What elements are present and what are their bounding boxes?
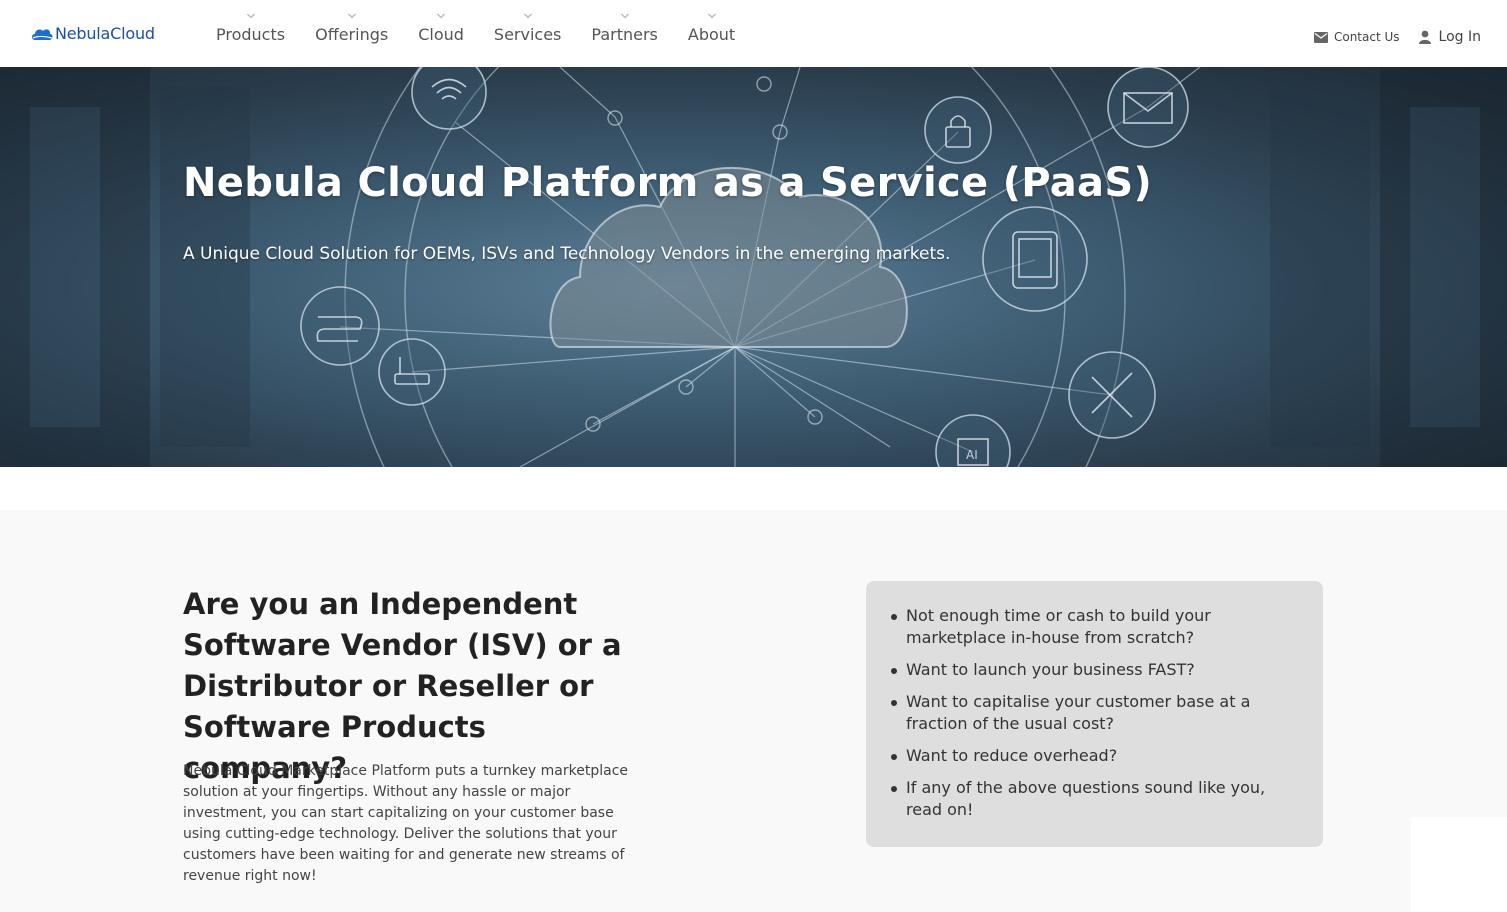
list-item: Want to reduce overhead? <box>888 745 1297 767</box>
envelope-icon <box>1313 31 1328 43</box>
log-in-link[interactable]: Log In <box>1418 29 1481 45</box>
user-icon <box>1418 30 1431 44</box>
chevron-down-icon <box>523 13 532 19</box>
nav-offerings[interactable]: Offerings <box>300 0 403 67</box>
list-item: Want to launch your business FAST? <box>888 659 1297 681</box>
chevron-down-icon <box>620 13 629 19</box>
logo[interactable]: NebulaCloud <box>31 24 155 43</box>
contact-us-link[interactable]: Contact Us <box>1313 30 1400 44</box>
chevron-down-icon <box>347 13 356 19</box>
corner-overlay <box>1411 817 1507 912</box>
nav-partners[interactable]: Partners <box>576 0 672 67</box>
cloud-logo-icon <box>32 28 53 40</box>
nav-label: Services <box>493 25 562 44</box>
list-item: Not enough time or cash to build your ma… <box>888 605 1297 649</box>
nav-products[interactable]: Products <box>201 0 300 67</box>
hero-title: Nebula Cloud Platform as a Service (PaaS… <box>183 160 1153 206</box>
question-list: Not enough time or cash to build your ma… <box>888 605 1297 821</box>
list-item: Want to capitalise your customer base at… <box>888 691 1297 735</box>
question-box: Not enough time or cash to build your ma… <box>866 581 1323 847</box>
chevron-down-icon <box>246 13 255 19</box>
main-nav: Products Offerings Cloud Services Partne… <box>201 0 750 67</box>
chevron-down-icon <box>707 13 716 19</box>
hero-subtitle: A Unique Cloud Solution for OEMs, ISVs a… <box>183 244 951 264</box>
cloud-network-illustration: AI <box>0 67 1507 467</box>
nav-label: About <box>687 25 736 44</box>
nav-services[interactable]: Services <box>479 0 576 67</box>
nav-label: Products <box>216 25 286 44</box>
hero-banner: AI Nebula Cloud Platform as a Service (P… <box>0 67 1507 467</box>
list-item: If any of the above questions sound like… <box>888 777 1297 821</box>
section-title: Are you an Independent Software Vendor (… <box>183 587 622 785</box>
section-body: Nebula Cloud Marketplace Platform puts a… <box>183 763 629 884</box>
logo-text: NebulaCloud <box>55 24 155 43</box>
contact-us-label: Contact Us <box>1333 30 1400 44</box>
ai-chip-label: AI <box>966 448 978 462</box>
log-in-label: Log In <box>1438 29 1481 45</box>
nav-label: Partners <box>591 25 658 44</box>
chevron-down-icon <box>437 13 446 19</box>
nav-cloud[interactable]: Cloud <box>403 0 479 67</box>
nav-label: Offerings <box>315 25 389 44</box>
site-header: NebulaCloud Products Offerings Cloud Ser… <box>0 0 1507 67</box>
nav-about[interactable]: About <box>673 0 750 67</box>
nav-label: Cloud <box>418 25 464 44</box>
header-actions: Contact Us Log In <box>1313 29 1481 45</box>
